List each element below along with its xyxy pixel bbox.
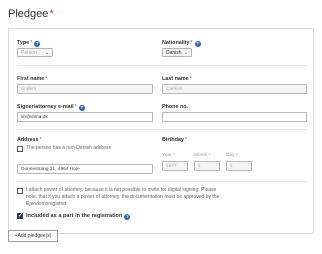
help-icon[interactable]: ? xyxy=(34,41,41,47)
type-select[interactable]: Person ⌄ xyxy=(17,48,53,57)
address-label: Address* xyxy=(17,137,42,143)
pledgee-form-card: Type*? Person ⌄ Nationality*? Danish ⌄ F… xyxy=(8,28,314,234)
required-mark: * xyxy=(49,8,54,20)
nationality-select[interactable]: Danish ⌄ xyxy=(162,48,192,57)
last-name-label: Last name* xyxy=(162,76,192,82)
divider xyxy=(17,129,307,130)
address-field[interactable]: Dunnestrang 21, 4964 Hoje xyxy=(17,164,153,174)
phone-field[interactable] xyxy=(162,112,307,122)
chevron-down-icon: ⌄ xyxy=(44,50,49,56)
included-label: Included as a part in the registration? xyxy=(26,213,131,220)
help-icon[interactable]: ? xyxy=(78,105,85,111)
day-label: Day * xyxy=(226,153,238,158)
divider xyxy=(17,65,307,66)
email-label: Signer/attorney e-mail*? xyxy=(17,104,85,111)
section-title-text: Pledgee xyxy=(8,8,49,20)
section-title: Pledgee* xyxy=(8,8,54,20)
nationality-select-value: Danish xyxy=(166,50,182,56)
month-label: Month * xyxy=(194,153,211,158)
birthday-label: Birthday* xyxy=(162,137,187,143)
non-danish-address-label: The person has a non-Danish address xyxy=(26,145,112,151)
add-pledgee-button[interactable]: +Add pledgee(s) xyxy=(8,230,58,242)
birth-year-field[interactable]: 1977 xyxy=(162,161,188,171)
power-of-attorney-label: I attach power of attorney, because it i… xyxy=(26,187,220,207)
first-name-label: First name* xyxy=(17,76,48,82)
divider xyxy=(17,181,307,182)
first-name-field[interactable]: Anders xyxy=(17,84,153,94)
email-field[interactable]: sh@dima.dk xyxy=(17,112,153,122)
included-checkbox[interactable] xyxy=(17,212,23,220)
help-icon[interactable]: ? xyxy=(194,41,201,47)
chevron-down-icon: ⌄ xyxy=(183,50,188,56)
help-icon[interactable]: ? xyxy=(124,214,131,220)
last-name-field[interactable]: Carlsen xyxy=(162,84,307,94)
birth-day-field[interactable]: 1 xyxy=(226,161,252,171)
type-select-value: Person xyxy=(21,50,37,56)
birth-month-field[interactable]: 1 xyxy=(194,161,220,171)
type-label: Type*? xyxy=(17,40,41,47)
nationality-label: Nationality*? xyxy=(162,40,201,47)
phone-label: Phone no. xyxy=(162,104,189,110)
non-danish-address-checkbox[interactable] xyxy=(17,146,23,152)
year-label: Year * xyxy=(162,153,175,158)
power-of-attorney-checkbox[interactable] xyxy=(17,188,23,194)
